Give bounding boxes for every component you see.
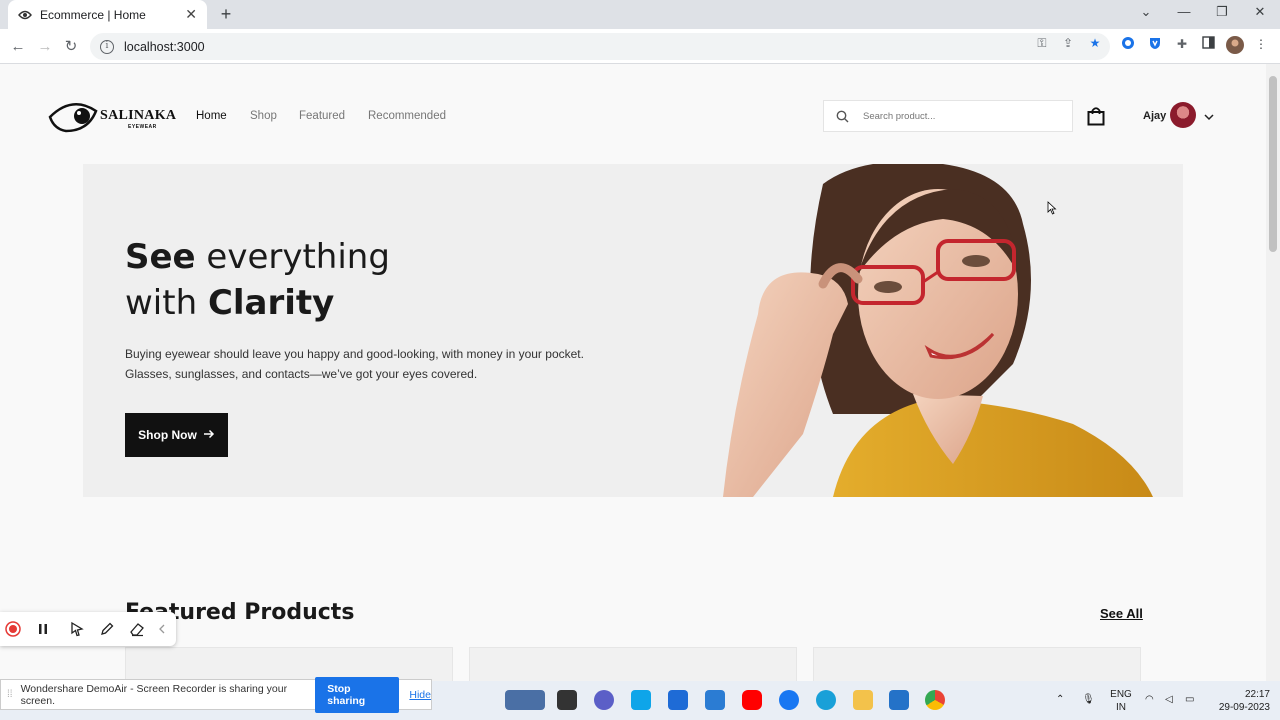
product-card[interactable]	[125, 647, 453, 681]
hero-model-image	[713, 164, 1183, 497]
scrollbar-thumb[interactable]	[1269, 76, 1277, 252]
record-icon[interactable]	[5, 621, 21, 637]
terminal-app-icon[interactable]	[557, 690, 577, 710]
widgets-icon[interactable]	[505, 690, 545, 710]
vscode-app-icon[interactable]	[889, 690, 909, 710]
teams-app-icon[interactable]	[594, 690, 614, 710]
tray-overflow-icon[interactable]: ⌃	[1056, 693, 1064, 706]
nav-recommended[interactable]: Recommended	[368, 110, 446, 122]
url-text: localhost:3000	[124, 39, 205, 54]
chevron-down-icon[interactable]	[1203, 109, 1215, 121]
browser-menu-icon[interactable]: ⋮	[1253, 36, 1269, 52]
hide-link[interactable]: Hide	[409, 689, 431, 701]
reload-icon[interactable]: ↻	[61, 37, 81, 57]
collapse-chevron-icon[interactable]	[157, 621, 167, 637]
hero-banner: See everything with Clarity Buying eyewe…	[83, 164, 1183, 497]
shop-now-label: Shop Now	[138, 428, 197, 442]
shop-now-button[interactable]: Shop Now	[125, 413, 228, 457]
drag-grip-icon[interactable]: ⁞⁞	[7, 689, 13, 700]
chrome-app-icon[interactable]	[925, 690, 945, 710]
window-close-icon[interactable]: ✕	[1250, 4, 1270, 20]
file-explorer-icon[interactable]	[853, 690, 873, 710]
youtube-app-icon[interactable]	[742, 690, 762, 710]
logo-subtitle: EYEWEAR	[128, 124, 157, 130]
screen-share-banner: ⁞⁞ Wondershare DemoAir - Screen Recorder…	[0, 676, 432, 713]
facebook-app-icon[interactable]	[779, 690, 799, 710]
hero-title-rest-2: with	[125, 283, 208, 323]
tab-strip: Ecommerce | Home ✕ + ⌄ — ❐ ✕	[0, 0, 1280, 29]
web-page: SALINAKA EYEWEAR Home Shop Featured Reco…	[0, 64, 1266, 681]
battery-icon[interactable]: ▭	[1185, 693, 1194, 706]
key-icon[interactable]: ⚿	[1034, 35, 1050, 51]
user-name[interactable]: Ajay	[1143, 110, 1166, 122]
pointer-tool-icon[interactable]	[69, 621, 85, 637]
share-icon[interactable]: ⇪	[1060, 35, 1076, 51]
hero-title-bold-1: See	[125, 237, 196, 277]
browser-tab[interactable]: Ecommerce | Home ✕	[8, 0, 207, 29]
browser-toolbar: ← → ↻ i localhost:3000 ⚿ ⇪ ★ ✚ ⋮	[0, 29, 1280, 64]
bookmark-star-icon[interactable]: ★	[1087, 35, 1103, 51]
eraser-tool-icon[interactable]	[129, 621, 145, 637]
microphone-icon[interactable]: 🎙	[1082, 693, 1095, 706]
pause-icon[interactable]	[35, 621, 51, 637]
search-placeholder: Search product...	[863, 110, 936, 122]
hero-title-bold-2: Clarity	[207, 283, 335, 323]
side-panel-icon[interactable]	[1200, 36, 1216, 52]
volume-icon[interactable]: ◁	[1165, 693, 1173, 706]
page-scrollbar[interactable]	[1266, 64, 1280, 681]
new-tab-button[interactable]: +	[216, 4, 236, 24]
nav-home[interactable]: Home	[196, 110, 227, 122]
restore-icon[interactable]: ❐	[1212, 4, 1232, 20]
nav-featured[interactable]: Featured	[299, 110, 345, 122]
site-info-icon[interactable]: i	[100, 39, 114, 54]
tab-close-icon[interactable]: ✕	[185, 6, 197, 23]
nav-shop[interactable]: Shop	[250, 110, 277, 122]
clock[interactable]: 22:17 29-09-2023	[1206, 688, 1270, 714]
vpn-extension-icon[interactable]	[1147, 36, 1163, 52]
arrow-right-icon	[203, 428, 215, 442]
forward-icon[interactable]: →	[35, 37, 55, 57]
search-icon	[836, 110, 849, 123]
back-icon[interactable]: ←	[8, 37, 28, 57]
browser-chrome: Ecommerce | Home ✕ + ⌄ — ❐ ✕ ← → ↻ i loc…	[0, 0, 1280, 64]
clock-date: 29-09-2023	[1218, 702, 1270, 713]
share-message: Wondershare DemoAir - Screen Recorder is…	[20, 682, 288, 707]
address-bar[interactable]: i localhost:3000	[90, 33, 1110, 60]
skype-app-icon[interactable]	[631, 690, 651, 710]
wifi-icon[interactable]: ◠	[1145, 693, 1154, 706]
tab-search-icon[interactable]: ⌄	[1136, 4, 1156, 20]
shopping-bag-icon[interactable]	[1087, 106, 1105, 126]
stop-sharing-button[interactable]: Stop sharing	[315, 676, 400, 713]
eye-icon	[18, 8, 32, 22]
language-label: ENG	[1110, 689, 1132, 700]
region-label: IN	[1116, 702, 1126, 713]
product-card[interactable]	[813, 647, 1141, 681]
logo-name: SALINAKA	[100, 108, 177, 123]
mail-app-icon[interactable]	[705, 690, 725, 710]
hero-title-rest-1: everything	[195, 237, 390, 277]
site-logo[interactable]: SALINAKA EYEWEAR	[48, 97, 176, 137]
extension-shield-icon[interactable]	[1120, 36, 1136, 52]
hero-title: See everything with Clarity	[125, 234, 390, 326]
product-card[interactable]	[469, 647, 797, 681]
clock-time: 22:17	[1244, 689, 1270, 700]
search-input[interactable]: Search product...	[823, 100, 1073, 132]
hero-description: Buying eyewear should leave you happy an…	[125, 347, 584, 381]
minimize-icon[interactable]: —	[1174, 4, 1194, 19]
edge-app-icon[interactable]	[816, 690, 836, 710]
tab-title: Ecommerce | Home	[40, 7, 146, 22]
profile-avatar-icon[interactable]	[1226, 36, 1244, 54]
language-indicator[interactable]: ENG IN	[1108, 688, 1134, 714]
pen-tool-icon[interactable]	[99, 621, 115, 637]
extensions-puzzle-icon[interactable]: ✚	[1174, 36, 1190, 52]
recorder-toolbar	[0, 612, 176, 646]
eye-logo-icon	[48, 103, 98, 133]
store-app-icon[interactable]	[668, 690, 688, 710]
see-all-link[interactable]: See All	[1100, 606, 1143, 621]
user-avatar[interactable]	[1170, 102, 1196, 128]
mouse-cursor-icon	[1047, 201, 1057, 215]
